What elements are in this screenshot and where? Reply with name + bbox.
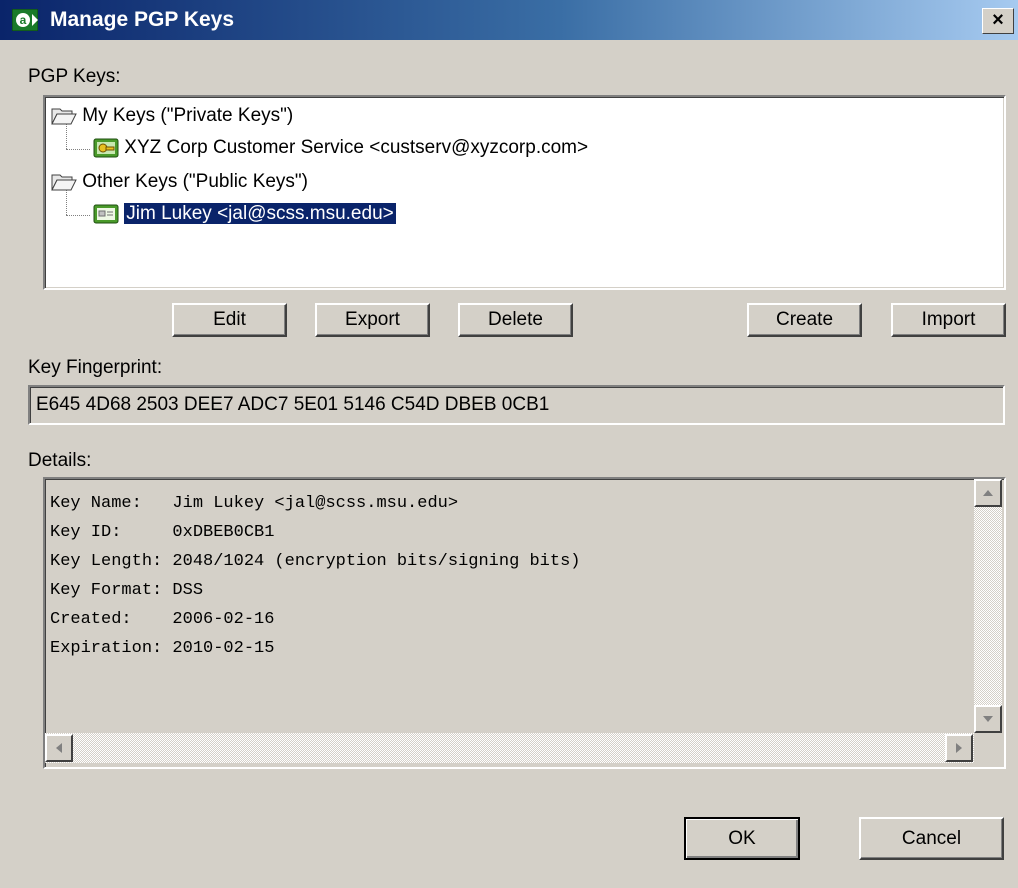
tree-item-xyz-corp-key[interactable]: XYZ Corp Customer Service <custserv@xyzc… (93, 135, 588, 161)
folder-open-icon (51, 108, 77, 125)
key-fingerprint-value: E645 4D68 2503 DEE7 ADC7 5E01 5146 C54D … (36, 394, 550, 415)
folder-open-icon (51, 174, 77, 191)
export-button[interactable]: Export (315, 303, 430, 337)
public-key-icon (93, 204, 119, 224)
scroll-left-button[interactable] (45, 734, 73, 762)
app-icon: a (12, 9, 38, 31)
tree-item-my-keys[interactable]: My Keys ("Private Keys") (51, 103, 293, 129)
scroll-down-button[interactable] (974, 705, 1002, 733)
svg-text:a: a (20, 13, 27, 27)
tree-item-label-selected: Jim Lukey <jal@scss.msu.edu> (123, 202, 397, 225)
title-bar: a Manage PGP Keys × (0, 0, 1018, 40)
arrow-up-icon (983, 490, 993, 496)
edit-button[interactable]: Edit (172, 303, 287, 337)
tree-connector (66, 215, 90, 216)
tree-item-label: XYZ Corp Customer Service <custserv@xyzc… (124, 137, 589, 158)
create-button[interactable]: Create (747, 303, 862, 337)
arrow-down-icon (983, 716, 993, 722)
arrow-left-icon (56, 743, 62, 753)
tree-connector (66, 149, 90, 150)
tree-item-jim-lukey-key[interactable]: Jim Lukey <jal@scss.msu.edu> (93, 201, 397, 227)
close-button[interactable]: × (982, 8, 1014, 34)
delete-button[interactable]: Delete (458, 303, 573, 337)
tree-item-label: Other Keys ("Public Keys") (82, 171, 309, 192)
ok-button[interactable]: OK (684, 817, 800, 860)
private-key-icon (93, 138, 119, 158)
import-button[interactable]: Import (891, 303, 1006, 337)
key-fingerprint-label: Key Fingerprint: (28, 357, 163, 378)
key-fingerprint-field: E645 4D68 2503 DEE7 ADC7 5E01 5146 C54D … (28, 385, 1005, 425)
scroll-right-button[interactable] (945, 734, 973, 762)
arrow-right-icon (956, 743, 962, 753)
tree-item-other-keys[interactable]: Other Keys ("Public Keys") (51, 169, 308, 195)
vertical-scrollbar[interactable] (974, 479, 1002, 733)
window-title: Manage PGP Keys (50, 8, 235, 31)
horizontal-scrollbar[interactable] (45, 733, 974, 763)
details-textarea[interactable]: Key Name: Jim Lukey <jal@scss.msu.edu> K… (43, 477, 1006, 769)
cancel-button[interactable]: Cancel (859, 817, 1004, 860)
details-text: Key Name: Jim Lukey <jal@scss.msu.edu> K… (50, 494, 581, 658)
details-label: Details: (28, 450, 92, 471)
scroll-up-button[interactable] (974, 479, 1002, 507)
pgp-keys-tree[interactable]: My Keys ("Private Keys") XYZ Corp Custom… (43, 95, 1006, 290)
tree-item-label: My Keys ("Private Keys") (82, 105, 294, 126)
pgp-keys-label: PGP Keys: (28, 66, 121, 87)
